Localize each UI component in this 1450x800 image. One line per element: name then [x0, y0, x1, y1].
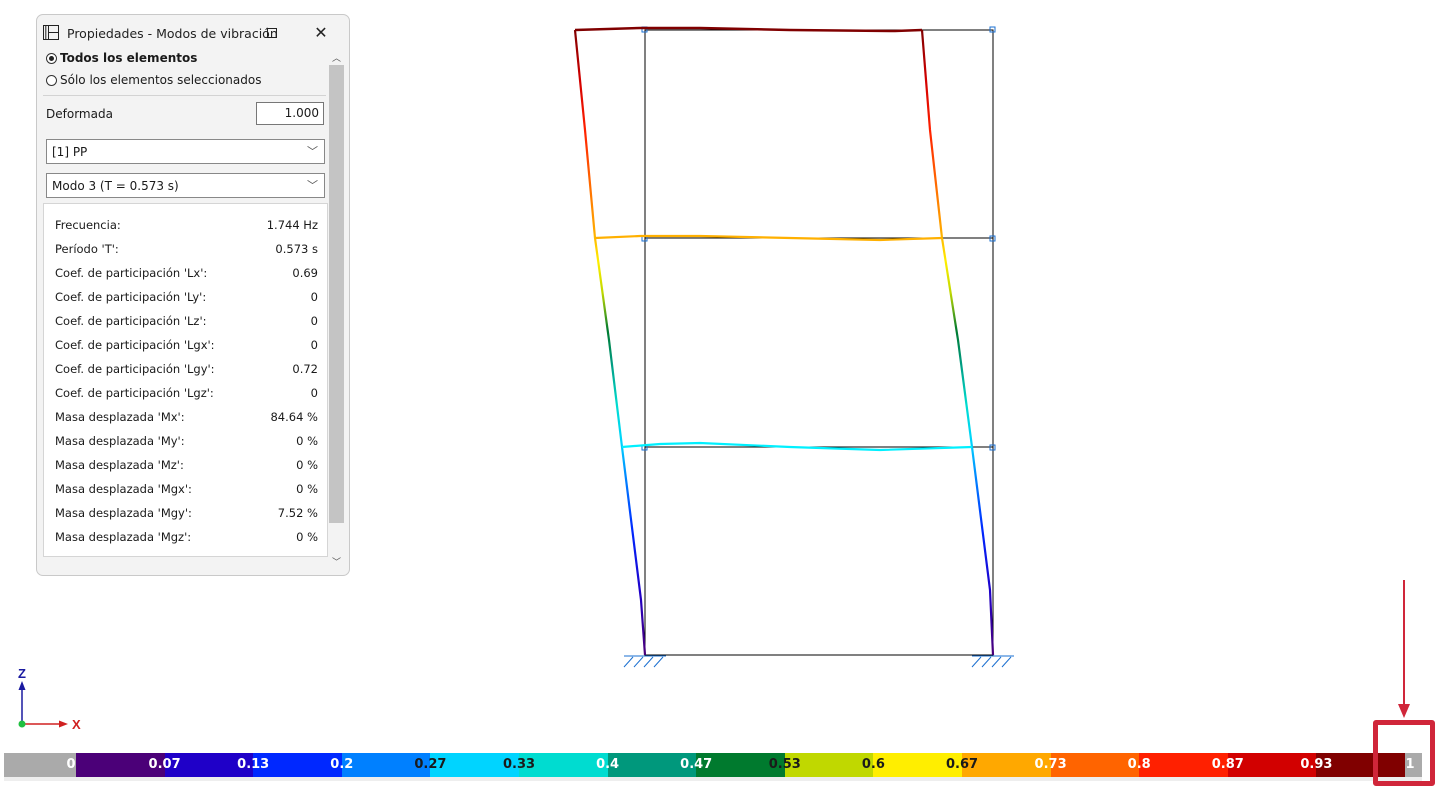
undeformed-frame	[644, 29, 994, 656]
legend-label: 0.53	[768, 757, 801, 772]
legend-label: 0.87	[1211, 757, 1244, 772]
property-row: Coef. de participación 'Lgz': 0	[55, 386, 318, 406]
mode-select[interactable]: Modo 3 (T = 0.573 s) ﹀	[46, 173, 325, 198]
panel-layout-icon	[43, 25, 59, 40]
deformada-input[interactable]: 1.000	[256, 102, 324, 125]
legend-label: 0.6	[861, 757, 885, 772]
property-label: Frecuencia:	[55, 218, 121, 232]
legend-label: 0.67	[945, 757, 979, 772]
property-label: Masa desplazada 'Mx':	[55, 410, 185, 424]
scrollbar-thumb[interactable]	[329, 65, 344, 523]
legend-label: 0.33	[502, 757, 536, 772]
legend-label: 0.47	[680, 757, 713, 772]
property-value: 0.573 s	[275, 242, 318, 256]
deformada-label: Deformada	[46, 107, 113, 121]
property-value: 0 %	[296, 530, 318, 544]
close-button[interactable]: ✕	[313, 23, 329, 42]
legend-label: 0.8	[1127, 757, 1151, 772]
properties-panel: Propiedades - Modos de vibración ✕ Todos…	[36, 14, 350, 576]
legend-label: 0.93	[1300, 757, 1333, 772]
property-row: Masa desplazada 'Mz': 0 %	[55, 458, 318, 478]
property-value: 1.744 Hz	[266, 218, 318, 232]
deformed-column-left	[573, 29, 647, 656]
property-label: Masa desplazada 'Mgz':	[55, 530, 192, 544]
property-label: Coef. de participación 'Lgx':	[55, 338, 215, 352]
chevron-down-icon: ﹀	[307, 145, 318, 158]
property-row: Período 'T': 0.573 s	[55, 242, 318, 262]
property-row: Masa desplazada 'Mgz': 0 %	[55, 530, 318, 550]
legend-label: 0.2	[330, 757, 354, 772]
load-case-select[interactable]: [1] PP ﹀	[46, 139, 325, 164]
radio-selected-elements[interactable]: Sólo los elementos seleccionados	[46, 73, 261, 87]
axis-triad: Z X	[18, 666, 81, 732]
property-value: 0 %	[296, 434, 318, 448]
panel-titlebar[interactable]: Propiedades - Modos de vibración ✕	[37, 15, 349, 49]
legend-label: 0.27	[414, 757, 447, 772]
radio-checked-icon[interactable]	[46, 52, 57, 64]
property-label: Período 'T':	[55, 242, 119, 256]
property-row: Coef. de participación 'Lgx': 0	[55, 338, 318, 358]
maximize-button[interactable]	[267, 28, 277, 38]
property-row: Masa desplazada 'Mx': 84.64 %	[55, 410, 318, 430]
legend-label: 0.07	[148, 757, 181, 772]
property-label: Masa desplazada 'Mz':	[55, 458, 184, 472]
callout-arrow-icon	[1398, 580, 1410, 718]
x-axis-arrow-icon	[59, 720, 68, 728]
legend-segment-below	[4, 753, 76, 777]
x-axis-label: X	[72, 717, 81, 732]
load-case-value: [1] PP	[52, 145, 88, 159]
legend-shadow	[4, 777, 1422, 781]
origin-dot-icon	[18, 720, 26, 728]
deformed-column-right	[920, 29, 995, 656]
property-row: Coef. de participación 'Lx': 0.69	[55, 266, 318, 286]
radio-all-elements[interactable]: Todos los elementos	[46, 51, 197, 65]
chevron-down-icon: ﹀	[307, 179, 318, 192]
property-label: Coef. de participación 'Ly':	[55, 290, 207, 304]
property-row: Masa desplazada 'Mgy': 7.52 %	[55, 506, 318, 526]
property-label: Coef. de participación 'Lx':	[55, 266, 208, 280]
legend-label: 0.73	[1034, 757, 1067, 772]
property-value: 0 %	[296, 482, 318, 496]
property-value: 84.64 %	[270, 410, 318, 424]
property-value: 0.72	[292, 362, 318, 376]
property-value: 0	[310, 338, 318, 352]
scroll-down-icon[interactable]: ﹀	[329, 555, 344, 568]
property-row: Masa desplazada 'My': 0 %	[55, 434, 318, 454]
property-value: 0.69	[292, 266, 318, 280]
legend-label: 0.4	[596, 757, 620, 772]
property-label: Coef. de participación 'Lgy':	[55, 362, 215, 376]
panel-title: Propiedades - Modos de vibración	[67, 26, 278, 41]
scroll-up-icon[interactable]: ︿	[329, 51, 344, 64]
radio-all-label: Todos los elementos	[60, 51, 198, 65]
property-label: Coef. de participación 'Lz':	[55, 314, 207, 328]
property-value: 0	[310, 386, 318, 400]
divider	[43, 95, 326, 96]
property-row: Coef. de participación 'Ly': 0	[55, 290, 318, 310]
mode-value: Modo 3 (T = 0.573 s)	[52, 179, 179, 193]
property-value: 0 %	[296, 458, 318, 472]
z-axis-label: Z	[18, 666, 26, 681]
property-row: Masa desplazada 'Mgx': 0 %	[55, 482, 318, 502]
fixed-support-left	[623, 655, 666, 668]
legend-label: 0.13	[237, 757, 270, 772]
color-legend: 0 0.07 0.13 0.2 0.27 0.33 0.4 0.47 0.53 0.6 0.67 0.…	[4, 753, 1422, 777]
property-row: Coef. de participación 'Lz': 0	[55, 314, 318, 334]
fixed-support-right	[971, 655, 1014, 668]
highlight-box	[1373, 720, 1435, 786]
legend-label: 0	[66, 757, 76, 772]
property-row: Coef. de participación 'Lgy': 0.72	[55, 362, 318, 382]
property-row: Frecuencia: 1.744 Hz	[55, 218, 318, 238]
property-label: Masa desplazada 'Mgy':	[55, 506, 192, 520]
properties-list: Frecuencia: 1.744 Hz Período 'T': 0.573 s Co…	[43, 203, 328, 557]
property-label: Masa desplazada 'My':	[55, 434, 185, 448]
property-value: 0	[310, 314, 318, 328]
radio-selected-label: Sólo los elementos seleccionados	[60, 73, 262, 87]
property-label: Masa desplazada 'Mgx':	[55, 482, 192, 496]
property-value: 0	[310, 290, 318, 304]
z-axis-arrow-icon	[18, 681, 26, 690]
property-value: 7.52 %	[277, 506, 318, 520]
radio-unchecked-icon[interactable]	[46, 74, 57, 86]
property-label: Coef. de participación 'Lgz':	[55, 386, 214, 400]
